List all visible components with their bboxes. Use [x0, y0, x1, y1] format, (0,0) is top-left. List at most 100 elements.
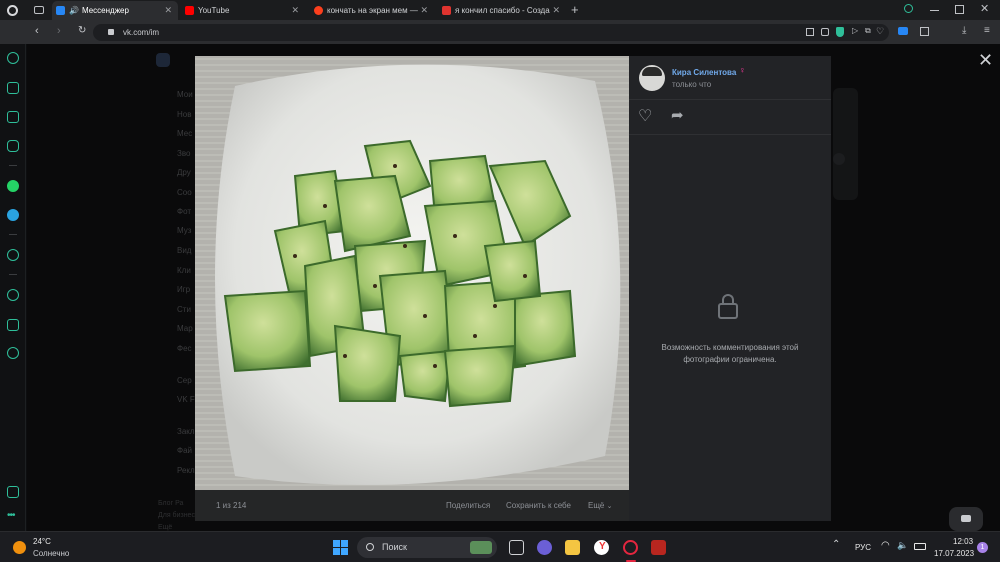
share-button[interactable]: Поделиться	[446, 501, 490, 510]
close-tab-icon[interactable]: ✕	[164, 5, 172, 16]
close-icon[interactable]: ✕	[978, 50, 993, 71]
settings-icon[interactable]	[7, 347, 19, 359]
battery-icon[interactable]	[914, 543, 926, 550]
vk-footer-link[interactable]: Блог Ра	[158, 500, 183, 507]
avatar[interactable]	[639, 65, 665, 91]
download-icon[interactable]: ⤓	[962, 25, 966, 36]
tab-messenger[interactable]: 🔊 Мессенджер ✕	[52, 1, 178, 20]
heart-icon[interactable]: ♡	[876, 26, 884, 37]
photo-image[interactable]	[195, 56, 629, 490]
vk-menu-item[interactable]: Фай	[177, 446, 192, 455]
vk-menu-item[interactable]: Соо	[177, 188, 192, 197]
chevron-up-icon[interactable]: ⌃	[832, 539, 840, 550]
vk-right-block	[833, 88, 858, 200]
more-button[interactable]: Ещё ⌄	[588, 501, 612, 510]
player-icon[interactable]	[7, 249, 19, 261]
wifi-icon[interactable]: ◠	[881, 540, 890, 551]
instagram-icon[interactable]	[7, 140, 19, 152]
site-favicon-icon	[442, 6, 451, 15]
save-button[interactable]: Сохранить к себе	[506, 501, 571, 510]
dota-icon[interactable]	[651, 540, 666, 555]
search-tabs-icon[interactable]	[904, 4, 913, 13]
close-tab-icon[interactable]: ✕	[550, 5, 560, 16]
share-icon[interactable]: ➦	[671, 106, 684, 124]
more-dots-icon[interactable]: •••	[7, 510, 15, 521]
sun-icon[interactable]	[13, 541, 26, 554]
author-name[interactable]: Кира Силентова	[672, 68, 736, 77]
vk-menu-item[interactable]: Кли	[177, 266, 191, 275]
vk-menu-item[interactable]: Нов	[177, 110, 191, 119]
vk-menu-item[interactable]: Мои	[177, 90, 193, 99]
vk-menu-item[interactable]: Фес	[177, 344, 192, 353]
bookmark-icon[interactable]: ⧉	[865, 26, 871, 36]
chat-icon	[961, 515, 971, 522]
search-highlight-icon	[470, 541, 492, 554]
vk-menu-item[interactable]: Дру	[177, 168, 191, 177]
opera-logo-icon[interactable]	[7, 5, 18, 16]
volume-icon[interactable]: 🔈	[897, 540, 908, 551]
close-tab-icon[interactable]: ✕	[291, 5, 299, 16]
twitch-icon[interactable]	[7, 111, 19, 123]
chevron-down-icon: ⌄	[606, 503, 613, 510]
history-icon[interactable]	[7, 289, 19, 301]
vk-menu-item[interactable]: Сер	[177, 376, 192, 385]
vk-footer-link[interactable]: Ещё	[158, 524, 172, 531]
back-icon[interactable]: ‹	[35, 25, 39, 37]
vk-menu-item[interactable]: Игр	[177, 285, 190, 294]
yandex-letter-icon: Y	[599, 541, 606, 552]
gallery-icon[interactable]	[7, 486, 19, 498]
weather-temp[interactable]: 24°C	[33, 537, 51, 546]
close-window-icon[interactable]: ✕	[980, 2, 989, 15]
menu-icon[interactable]: ≡	[984, 25, 990, 36]
maximize-icon[interactable]	[955, 5, 964, 14]
cube-icon[interactable]	[7, 319, 19, 331]
opera-gx-icon[interactable]	[623, 540, 638, 555]
vk-menu-item[interactable]: Закл	[177, 427, 195, 436]
close-tab-icon[interactable]: ✕	[420, 5, 428, 16]
meet-icon[interactable]	[537, 540, 552, 555]
vk-footer-link[interactable]: Для бизнес	[158, 512, 195, 519]
vk-extension-icon[interactable]	[898, 27, 908, 35]
like-icon[interactable]: ♡	[638, 106, 652, 126]
weather-desc[interactable]: Солнечно	[33, 549, 69, 558]
language-indicator[interactable]: РУС	[855, 543, 871, 552]
url-field[interactable]: vk.com/im ▷ ⧉ ♡	[93, 24, 889, 41]
shopping-icon[interactable]	[7, 82, 19, 94]
vk-menu-item[interactable]: Мес	[177, 129, 192, 138]
vpn-icon[interactable]: ▷	[852, 26, 858, 35]
whatsapp-icon[interactable]	[7, 180, 19, 192]
vk-menu-item[interactable]: Вид	[177, 246, 191, 255]
vk-menu-item[interactable]: Мар	[177, 324, 193, 333]
tab-title: кончать на экран мем —	[327, 6, 418, 15]
clock-time[interactable]: 12:03	[953, 537, 973, 546]
reload-icon[interactable]: ↻	[78, 25, 86, 36]
minimize-icon[interactable]	[930, 10, 939, 11]
vk-menu-item[interactable]: Муз	[177, 226, 191, 235]
task-view-icon[interactable]	[509, 540, 524, 555]
telegram-icon[interactable]	[7, 209, 19, 221]
vk-menu-item[interactable]: Рекл	[177, 466, 195, 475]
snapshot-icon[interactable]	[806, 28, 814, 36]
vk-menu-item[interactable]: Фот	[177, 207, 191, 216]
clock-date[interactable]: 17.07.2023	[934, 549, 974, 558]
vk-favicon-icon	[56, 6, 65, 15]
camera-icon[interactable]	[821, 28, 829, 36]
notification-badge[interactable]: 1	[977, 542, 988, 553]
file-explorer-icon[interactable]	[565, 540, 580, 555]
forward-icon[interactable]: ›	[57, 25, 61, 37]
vk-menu-item[interactable]: VK F	[177, 395, 195, 404]
tab-youtube[interactable]: YouTube ✕	[181, 1, 305, 20]
shield-icon[interactable]	[836, 27, 844, 37]
tab-create[interactable]: я кончил спасибо - Созда ✕	[438, 1, 566, 20]
vk-menu-item[interactable]: Сти	[177, 305, 191, 314]
windows-start-icon[interactable]	[333, 540, 348, 555]
new-tab-button[interactable]: +	[571, 2, 579, 17]
tab-island-icon[interactable]	[34, 6, 44, 14]
avatar-hair	[642, 67, 662, 76]
browser-sidebar: •••	[0, 44, 26, 531]
search-placeholder: Поиск	[382, 542, 407, 552]
vk-menu-item[interactable]: Зво	[177, 149, 190, 158]
extensions-icon[interactable]	[920, 27, 929, 36]
tab-yandex-search[interactable]: кончать на экран мем — ✕	[310, 1, 434, 20]
speed-dial-icon[interactable]	[7, 52, 19, 64]
